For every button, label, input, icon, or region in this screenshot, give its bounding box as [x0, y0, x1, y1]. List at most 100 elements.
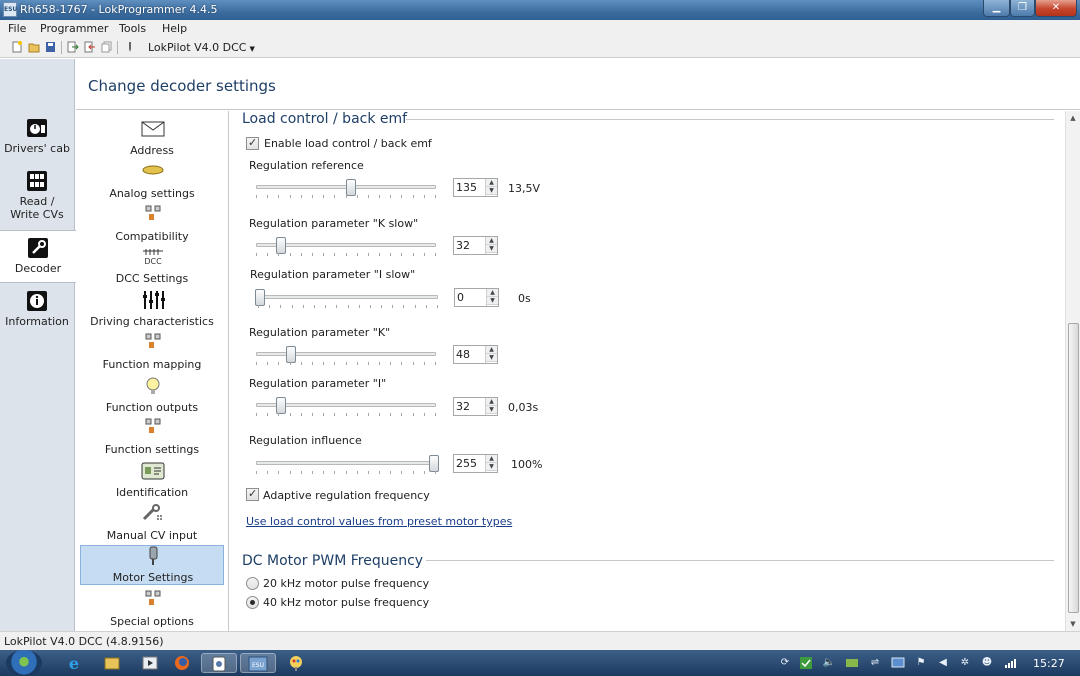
i-spinner[interactable]: 32 ▲ ▼ [453, 397, 498, 416]
slider-ticks [256, 195, 436, 199]
scroll-up-icon[interactable]: ▲ [1066, 111, 1080, 125]
category-analog-settings[interactable]: Analog settings [80, 162, 224, 200]
pwm-20khz-radio[interactable] [246, 577, 259, 590]
function-settings-icon [145, 418, 161, 433]
category-function-outputs[interactable]: Function outputs [80, 376, 224, 414]
k-slow-spinner[interactable]: 32 ▲ ▼ [453, 236, 498, 255]
spin-up-arrow-icon[interactable]: ▲ [486, 398, 497, 406]
menu-file[interactable]: File [8, 22, 26, 35]
status-text: LokPilot V4.0 DCC (4.8.9156) [4, 635, 164, 648]
spin-up-arrow-icon[interactable]: ▲ [487, 289, 498, 297]
category-motor-settings[interactable]: Motor Settings [80, 545, 224, 585]
network-icon[interactable] [845, 656, 859, 670]
esu-icon[interactable]: ESU [240, 653, 276, 673]
volume-icon[interactable]: ◀ [936, 656, 950, 670]
check-icon[interactable] [799, 656, 813, 670]
flag-icon[interactable]: ⚑ [914, 656, 928, 670]
decoder-select[interactable]: LokPilot V4.0 DCC ▼ [148, 41, 255, 54]
k-slider[interactable] [256, 352, 436, 356]
sync-icon[interactable]: ⟳ [778, 656, 792, 670]
pen-icon[interactable] [124, 41, 135, 53]
speaker-icon[interactable]: 🔈 [822, 656, 836, 670]
start-button[interactable] [6, 650, 42, 676]
signal-bars-icon[interactable] [1003, 656, 1017, 670]
i-slow-spinner[interactable]: 0 ▲ ▼ [454, 288, 499, 307]
close-button[interactable]: ✕ [1035, 0, 1077, 17]
media-player-icon[interactable] [132, 653, 168, 673]
nav-read-write-cvs[interactable]: Read / Write CVs [0, 170, 74, 221]
save-icon[interactable] [45, 41, 56, 53]
explorer-icon[interactable] [94, 653, 130, 673]
new-file-icon[interactable] [12, 41, 23, 53]
nav-decoder-label: Decoder [14, 262, 62, 275]
regulation-influence-slider[interactable] [256, 461, 436, 465]
i-slow-slider[interactable] [258, 295, 438, 299]
export-icon[interactable] [67, 41, 79, 53]
bluetooth-icon[interactable]: ✲ [958, 656, 972, 670]
id-card-icon [141, 462, 165, 480]
user-icon[interactable]: ☻ [980, 656, 994, 670]
scrollbar-thumb[interactable] [1068, 323, 1079, 613]
nav-drivers-cab[interactable]: Drivers' cab [0, 117, 74, 155]
svg-text:DCC: DCC [144, 257, 162, 266]
adaptive-frequency-checkbox[interactable] [246, 487, 259, 501]
spin-up-arrow-icon[interactable]: ▲ [486, 455, 497, 463]
toolbar: LokPilot V4.0 DCC ▼ [0, 38, 1080, 58]
maximize-button[interactable]: ❐ [1010, 0, 1035, 17]
category-driving-characteristics[interactable]: Driving characteristics [80, 290, 224, 328]
regulation-reference-spinner[interactable]: 135 ▲ ▼ [453, 178, 498, 197]
spin-down-arrow-icon[interactable]: ▼ [486, 463, 497, 471]
spin-down-arrow-icon[interactable]: ▼ [486, 245, 497, 253]
category-manual-cv-input[interactable]: Manual CV input [80, 504, 224, 542]
left-navigation: Drivers' cab Read / Write CVs Decoder In… [0, 59, 76, 631]
slider-handle[interactable] [275, 237, 286, 254]
spin-up-arrow-icon[interactable]: ▲ [486, 346, 497, 354]
category-label: Function settings [104, 443, 200, 456]
enable-load-control-checkbox[interactable] [246, 136, 259, 150]
pwm-frequency-title: DC Motor PWM Frequency [242, 553, 424, 569]
param-label: Regulation influence [249, 434, 362, 447]
dcc-icon: DCC [143, 249, 163, 266]
category-function-mapping[interactable]: Function mapping [80, 333, 224, 371]
spin-up-arrow-icon[interactable]: ▲ [486, 179, 497, 187]
spin-down-arrow-icon[interactable]: ▼ [487, 297, 498, 305]
slider-handle[interactable] [346, 179, 357, 196]
pwm-40khz-radio[interactable] [246, 596, 259, 609]
slider-handle[interactable] [286, 346, 297, 363]
menu-programmer[interactable]: Programmer [40, 22, 108, 35]
category-special-options[interactable]: Special options [80, 590, 224, 628]
open-folder-icon[interactable] [28, 41, 40, 53]
menu-tools[interactable]: Tools [119, 22, 146, 35]
monitor-icon[interactable] [891, 656, 905, 670]
k-spinner[interactable]: 48 ▲ ▼ [453, 345, 498, 364]
firefox-icon[interactable] [164, 653, 200, 673]
nav-information[interactable]: Information [0, 290, 74, 328]
spin-down-arrow-icon[interactable]: ▼ [486, 354, 497, 362]
paint-icon[interactable] [278, 653, 314, 673]
preset-motor-types-link[interactable]: Use load control values from preset moto… [246, 515, 512, 528]
category-identification[interactable]: Identification [80, 461, 224, 499]
nav-decoder[interactable]: Decoder [0, 230, 76, 283]
spin-down-arrow-icon[interactable]: ▼ [486, 187, 497, 195]
slider-handle[interactable] [255, 289, 265, 306]
menu-help[interactable]: Help [162, 22, 187, 35]
import-icon[interactable] [84, 41, 95, 53]
regulation-influence-spinner[interactable]: 255 ▲ ▼ [453, 454, 498, 473]
slider-handle[interactable] [275, 397, 286, 414]
minimize-button[interactable]: ▁ [983, 0, 1010, 17]
spin-down-arrow-icon[interactable]: ▼ [486, 406, 497, 414]
copy-icon[interactable] [101, 41, 112, 53]
app-icon[interactable] [201, 653, 237, 673]
category-dcc-settings[interactable]: DCC DCC Settings [80, 247, 224, 285]
slider-handle[interactable] [429, 455, 439, 472]
usb-icon[interactable]: ⇌ [868, 656, 882, 670]
category-compatibility[interactable]: Compatibility [80, 205, 224, 243]
ie-icon[interactable]: e [56, 653, 92, 673]
slider-ticks [256, 471, 436, 475]
spin-up-arrow-icon[interactable]: ▲ [486, 237, 497, 245]
category-address[interactable]: Address [80, 119, 224, 157]
vertical-scrollbar[interactable]: ▲ ▼ [1065, 111, 1080, 631]
scroll-down-icon[interactable]: ▼ [1066, 617, 1080, 631]
param-unit: 0s [518, 292, 531, 305]
category-function-settings[interactable]: Function settings [80, 418, 224, 456]
